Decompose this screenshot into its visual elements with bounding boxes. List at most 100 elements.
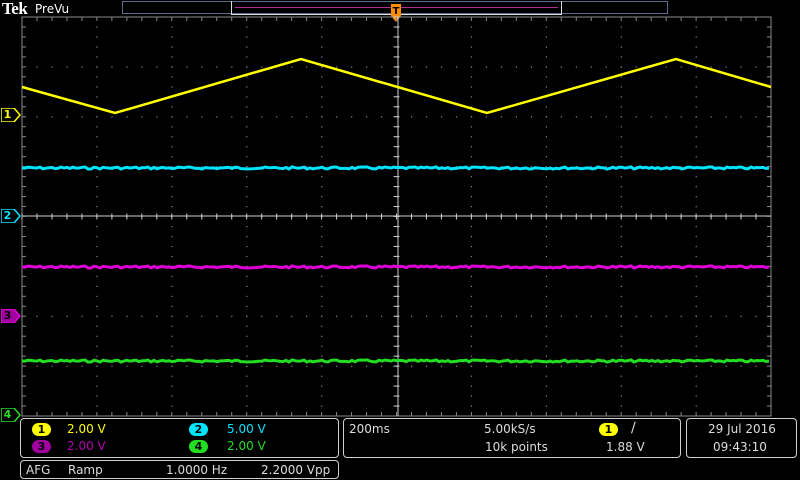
grid-dot xyxy=(246,76,248,78)
grid-dot xyxy=(291,365,293,367)
grid-dot xyxy=(231,116,233,118)
ch4-badge[interactable]: 4 xyxy=(189,440,208,453)
grid-dot xyxy=(96,46,98,48)
grid-dot xyxy=(306,116,308,118)
grid-dot xyxy=(36,66,38,68)
grid-dot xyxy=(695,365,697,367)
grid-dot xyxy=(381,66,383,68)
ch1-badge[interactable]: 1 xyxy=(32,423,51,436)
grid-dot xyxy=(545,46,547,48)
grid-dot xyxy=(740,66,742,68)
grid-dot xyxy=(545,36,547,38)
grid-dot xyxy=(425,315,428,317)
trigger-slope-icon[interactable]: ∕ xyxy=(631,421,636,435)
grid-dot xyxy=(710,66,712,68)
grid-dot xyxy=(246,255,248,258)
grid-dot xyxy=(635,66,637,68)
grid-dot xyxy=(620,186,622,188)
trigger-source-badge[interactable]: 1 xyxy=(599,423,618,436)
oscilloscope-screen: Tek PreVu T 1 2 3 4 1 2.00 V 2 5.00 V 3 … xyxy=(0,0,800,480)
grid-dot xyxy=(186,116,188,118)
grid-dot xyxy=(695,395,697,397)
grid-dot xyxy=(695,146,697,148)
grid-dot xyxy=(276,365,278,367)
grid-dot xyxy=(321,56,323,58)
grid-dot xyxy=(171,146,173,148)
grid-dot xyxy=(276,116,278,118)
grid-dot xyxy=(620,36,622,38)
grid-dot xyxy=(545,26,547,28)
timebase-scale[interactable]: 200ms xyxy=(349,422,390,436)
grid-dot xyxy=(96,76,98,78)
grid-dot xyxy=(231,66,233,68)
grid-dot xyxy=(246,235,248,238)
grid-dot xyxy=(545,375,547,377)
ch2-ground-marker[interactable]: 2 xyxy=(1,209,21,223)
grid-dot xyxy=(635,116,637,118)
grid-dot xyxy=(246,116,248,118)
ch3-waveform xyxy=(21,264,770,270)
grid-dot xyxy=(171,196,173,198)
grid-dot xyxy=(336,365,338,367)
grid-dot xyxy=(321,355,323,357)
grid-dot xyxy=(51,365,53,367)
grid-dot xyxy=(141,66,143,68)
grid-dot xyxy=(470,295,473,297)
afg-panel[interactable]: AFG Ramp 1.0000 Hz 2.2000 Vpp xyxy=(20,460,339,479)
ch2-scale[interactable]: 5.00 V xyxy=(227,422,266,436)
ch3-ground-marker[interactable]: 3 xyxy=(1,309,21,323)
grid-dot xyxy=(96,345,98,347)
record-length[interactable]: 10k points xyxy=(485,440,548,454)
grid-dot xyxy=(231,365,233,367)
grid-dot xyxy=(321,305,323,307)
grid-dot xyxy=(126,365,128,367)
ch2-marker-label: 2 xyxy=(3,209,12,222)
ch1-ground-marker[interactable]: 1 xyxy=(1,108,21,122)
grid-dot xyxy=(171,186,173,188)
grid-dot xyxy=(470,26,473,28)
grid-dot xyxy=(695,36,697,38)
grid-dot xyxy=(321,176,323,178)
grid-dot xyxy=(605,365,607,367)
datetime-panel: 29 Jul 2016 09:43:10 xyxy=(686,418,797,458)
ch1-scale[interactable]: 2.00 V xyxy=(67,422,106,436)
grid-dot xyxy=(470,255,473,258)
grid-dot xyxy=(246,405,248,407)
grid-dot xyxy=(545,146,547,148)
grid-dot xyxy=(470,285,473,288)
grid-dot xyxy=(590,365,592,367)
grid-dot xyxy=(545,305,547,307)
ch3-scale[interactable]: 2.00 V xyxy=(67,439,106,453)
grid-dot xyxy=(156,315,158,317)
afg-label: AFG xyxy=(26,463,51,477)
afg-waveform: Ramp xyxy=(68,463,103,477)
grid-dot xyxy=(410,365,413,367)
grid-dot xyxy=(246,365,248,367)
grid-dot xyxy=(755,365,757,367)
grid-dot xyxy=(710,116,712,118)
grid-dot xyxy=(321,245,323,248)
grid-dot xyxy=(620,275,622,278)
grid-dot xyxy=(755,66,757,68)
trigger-level[interactable]: 1.88 V xyxy=(606,440,645,454)
grid-dot xyxy=(470,206,473,208)
grid-dot xyxy=(201,66,203,68)
grid-dot xyxy=(620,315,622,317)
ch4-scale[interactable]: 2.00 V xyxy=(227,439,266,453)
grid-dot xyxy=(725,66,727,68)
ch3-badge[interactable]: 3 xyxy=(32,440,51,453)
grid-dot xyxy=(620,245,622,248)
grid-dot xyxy=(470,66,473,68)
ch4-ground-marker[interactable]: 4 xyxy=(1,408,21,422)
grid-dot xyxy=(171,385,173,387)
waveform-display[interactable] xyxy=(0,0,800,420)
grid-dot xyxy=(321,146,323,148)
grid-dot xyxy=(96,255,98,258)
grid-dot xyxy=(620,225,622,228)
grid-dot xyxy=(201,315,203,317)
grid-dot xyxy=(96,375,98,377)
grid-dot xyxy=(321,285,323,288)
grid-dot xyxy=(545,196,547,198)
ch2-badge[interactable]: 2 xyxy=(189,423,208,436)
grid-dot xyxy=(470,365,473,367)
